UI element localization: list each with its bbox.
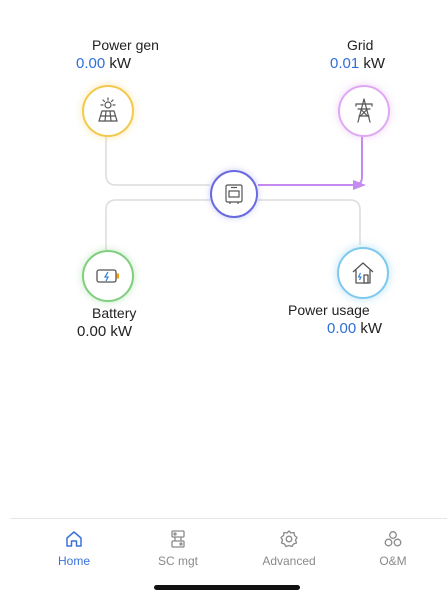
gear-icon (280, 530, 298, 548)
solar-panel-icon (98, 97, 118, 122)
flow-line-battery (105, 199, 210, 250)
power-gen-number: 0.00 (76, 55, 106, 72)
battery-label: Battery (92, 305, 137, 321)
power-gen-value: 0.00 kW (76, 55, 131, 72)
tab-sc-mgt-label: SC mgt (157, 554, 198, 568)
home-indicator[interactable] (154, 585, 300, 590)
power-gen-node[interactable] (82, 85, 134, 137)
power-usage-label: Power usage (288, 302, 370, 318)
power-gen-label: Power gen (92, 37, 159, 53)
flow-arrow-grid (353, 180, 366, 190)
tab-om-label: O&M (379, 554, 407, 568)
grid-label: Grid (347, 37, 374, 53)
flow-line-grid (258, 130, 363, 186)
power-usage-value: 0.00 kW (327, 320, 382, 337)
sc-mgt-icon (171, 530, 185, 548)
tab-sc-mgt[interactable]: SC mgt (138, 529, 218, 568)
battery-value: 0.00 kW (77, 323, 132, 340)
power-usage-unit: kW (360, 320, 383, 337)
tab-advanced[interactable]: Advanced (249, 529, 329, 568)
battery-number: 0.00 (77, 323, 107, 340)
battery-unit: kW (110, 323, 133, 340)
battery-node[interactable] (82, 250, 134, 302)
house-power-icon (352, 262, 374, 284)
grid-number: 0.01 (330, 55, 360, 72)
inverter-node[interactable] (210, 170, 258, 218)
tab-home-label: Home (57, 554, 90, 568)
energy-flow-lines (105, 130, 366, 250)
power-usage-node[interactable] (337, 247, 389, 299)
grid-value: 0.01 kW (330, 55, 385, 72)
battery-charging-icon (96, 269, 119, 283)
home-icon (66, 531, 82, 547)
tab-home[interactable]: Home (34, 529, 114, 568)
grid-node[interactable] (338, 85, 390, 137)
power-gen-unit: kW (109, 55, 132, 72)
flow-line-usage (258, 199, 361, 245)
grid-unit: kW (363, 55, 386, 72)
om-icon (384, 531, 402, 547)
flow-line-power-gen (105, 133, 210, 186)
tab-advanced-label: Advanced (262, 554, 316, 568)
inverter-icon (225, 184, 243, 204)
transmission-tower-icon (355, 98, 373, 123)
tab-om[interactable]: O&M (353, 529, 433, 568)
power-usage-number: 0.00 (327, 320, 357, 337)
